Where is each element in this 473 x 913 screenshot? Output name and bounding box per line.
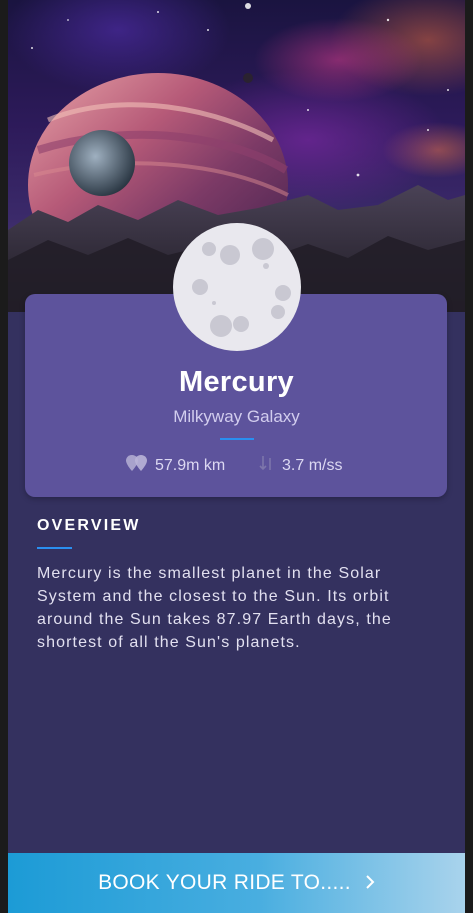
overview-description: Mercury is the smallest planet in the So… — [37, 565, 392, 651]
chevron-right-icon — [365, 871, 375, 895]
device-frame: Mercury Milkyway Galaxy 57.9m km 3.7 m/s… — [0, 0, 473, 913]
book-ride-button[interactable]: BOOK YOUR RIDE TO..... — [8, 853, 465, 913]
app-screen: Mercury Milkyway Galaxy 57.9m km 3.7 m/s… — [8, 0, 465, 913]
gravity-stat: 3.7 m/ss — [258, 454, 342, 477]
book-ride-label: BOOK YOUR RIDE TO..... — [98, 871, 351, 894]
location-pins-icon — [125, 454, 149, 477]
distance-value: 57.9m km — [155, 456, 226, 474]
title-accent-line — [220, 438, 254, 440]
gravity-arrows-icon — [258, 454, 276, 477]
planet-avatar — [173, 223, 301, 351]
overview-heading: OVERVIEW — [37, 517, 141, 534]
galaxy-name: Milkyway Galaxy — [173, 407, 300, 426]
distance-stat: 57.9m km — [125, 454, 225, 477]
overview-accent-line — [37, 547, 72, 549]
planet-name: Mercury — [179, 366, 294, 398]
gravity-value: 3.7 m/ss — [282, 456, 343, 474]
